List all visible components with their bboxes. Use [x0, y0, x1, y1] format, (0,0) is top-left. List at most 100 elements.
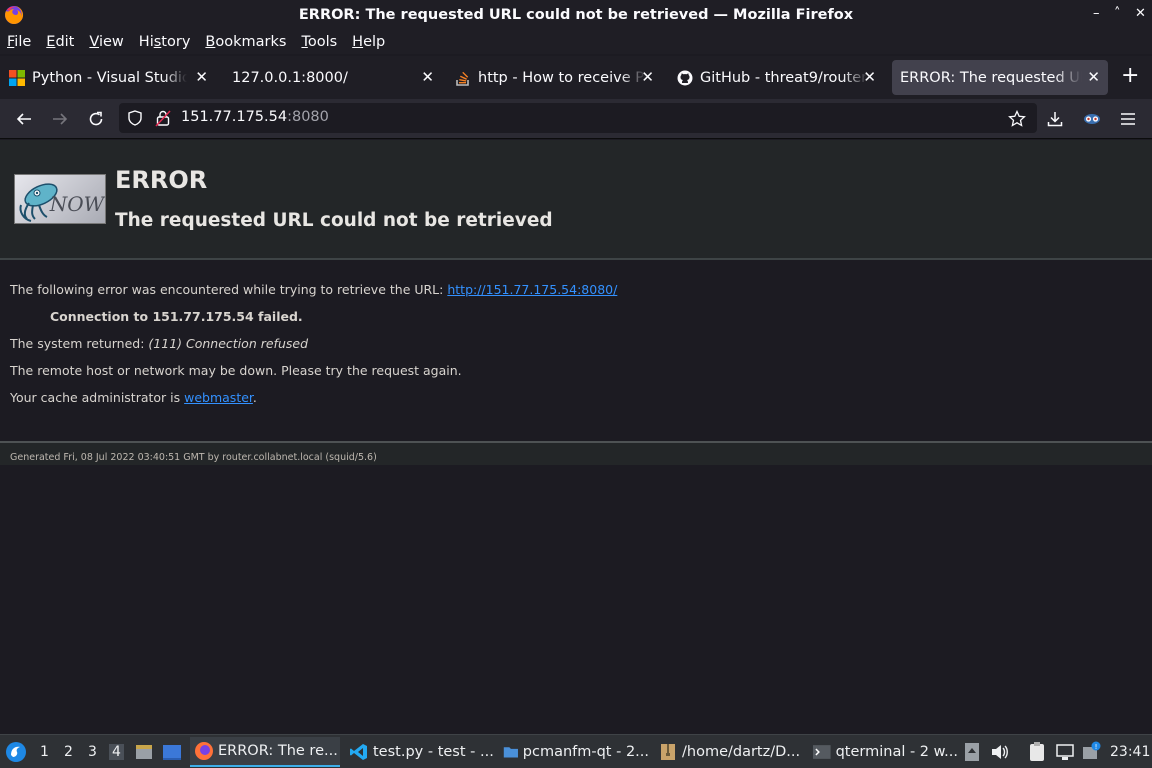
- menu-edit[interactable]: Edit: [46, 34, 74, 50]
- connection-failed-line: Connection to 151.77.175.54 failed.: [50, 309, 303, 324]
- error-header: NOW ERROR The requested URL could not be…: [0, 140, 1152, 258]
- desktop-1[interactable]: 1: [40, 744, 49, 760]
- menu-bookmarks-post: ookmarks: [215, 34, 287, 50]
- tab-bar: Python - Visual Studio Marketplace ✕ 127…: [0, 56, 1152, 99]
- reload-button[interactable]: [84, 107, 108, 131]
- webmaster-link[interactable]: webmaster: [184, 390, 253, 405]
- new-tab-button[interactable]: +: [1121, 65, 1139, 87]
- extension-button[interactable]: [1080, 107, 1104, 131]
- star-icon: [1008, 110, 1026, 127]
- system-returned-prefix: The system returned:: [10, 336, 149, 351]
- menu-bookmarks-key: B: [205, 34, 216, 50]
- menu-file[interactable]: File: [7, 34, 31, 50]
- taskbar-archive[interactable]: /home/dartz/D...: [654, 737, 804, 767]
- insecure-lock-icon[interactable]: [155, 109, 171, 127]
- menu-help-key: H: [352, 34, 364, 50]
- bookmark-star-button[interactable]: [1005, 107, 1029, 131]
- arrow-left-icon: [16, 113, 31, 125]
- tab-stackoverflow[interactable]: http - How to receive POST ✕: [446, 60, 662, 95]
- taskbar-vscode[interactable]: test.py - test - ...: [345, 737, 495, 767]
- close-window-button[interactable]: ✕: [1135, 6, 1146, 21]
- taskbar-item-label: ERROR: The re...: [218, 743, 338, 759]
- taskbar-qterminal[interactable]: qterminal - 2 w...: [808, 737, 958, 767]
- back-button[interactable]: [12, 107, 36, 131]
- tracking-shield-icon[interactable]: [127, 110, 143, 126]
- taskbar: 1 2 3 4 ERROR: The re... test.py - test …: [0, 734, 1152, 768]
- tab-error-active[interactable]: ERROR: The requested URL could not ✕: [892, 60, 1108, 95]
- menu-view[interactable]: View: [89, 34, 123, 50]
- url-text: 151.77.175.54:8080: [181, 109, 329, 125]
- squid-now-logo: NOW: [14, 174, 106, 224]
- error-url-line: The following error was encountered whil…: [10, 282, 617, 297]
- tab-vscode-marketplace[interactable]: Python - Visual Studio Marketplace ✕: [0, 60, 216, 95]
- app-menu-button[interactable]: [1116, 107, 1140, 131]
- minimize-button[interactable]: –: [1093, 6, 1100, 21]
- notification-icon[interactable]: !: [1081, 741, 1101, 761]
- reload-icon: [89, 111, 103, 126]
- menu-file-post: ile: [14, 34, 32, 50]
- show-desktop-icon[interactable]: [162, 742, 182, 762]
- menu-help-post: elp: [363, 34, 386, 50]
- volume-icon[interactable]: [990, 742, 1010, 762]
- url-bar[interactable]: 151.77.175.54:8080: [119, 103, 1037, 133]
- window-title: ERROR: The requested URL could not be re…: [298, 7, 854, 23]
- taskbar-item-label: /home/dartz/D...: [682, 744, 801, 760]
- folder-icon: [503, 747, 518, 758]
- file-manager-launcher-icon[interactable]: [134, 742, 154, 762]
- error-url-prefix: The following error was encountered whil…: [10, 282, 448, 297]
- firefox-icon: [5, 5, 24, 24]
- window-titlebar: ERROR: The requested URL could not be re…: [0, 0, 1152, 30]
- close-tab-icon[interactable]: ✕: [421, 68, 434, 86]
- close-tab-icon[interactable]: ✕: [1087, 68, 1100, 86]
- maximize-button[interactable]: ˄: [1114, 6, 1121, 21]
- start-menu-icon[interactable]: [5, 741, 27, 763]
- desktop-4[interactable]: 4: [109, 744, 124, 760]
- menu-help[interactable]: Help: [352, 34, 385, 50]
- footer-text: Generated Fri, 08 Jul 2022 03:40:51 GMT …: [10, 452, 377, 463]
- tray-up-icon[interactable]: [963, 742, 981, 762]
- close-tab-icon[interactable]: ✕: [863, 68, 876, 86]
- page-heading: ERROR: [115, 166, 208, 194]
- tab-label: Python - Visual Studio Marketplace: [32, 69, 187, 86]
- page-subheading: The requested URL could not be retrieved: [115, 210, 553, 231]
- download-icon: [1047, 112, 1063, 127]
- tab-github[interactable]: GitHub - threat9/routersploit ✕: [668, 60, 884, 95]
- taskbar-item-label: pcmanfm-qt - 2...: [522, 744, 649, 760]
- close-tab-icon[interactable]: ✕: [195, 68, 208, 86]
- connection-failed-text: Connection to 151.77.175.54 failed.: [50, 309, 303, 324]
- cache-admin-line: Your cache administrator is webmaster.: [10, 390, 257, 405]
- forward-button[interactable]: [48, 107, 72, 131]
- menu-bar: File Edit View History Bookmarks Tools H…: [0, 30, 1152, 54]
- github-icon: [677, 70, 693, 86]
- arrow-right-icon: [53, 113, 68, 125]
- url-port: :8080: [287, 109, 329, 125]
- hamburger-icon: [1121, 113, 1135, 125]
- close-tab-icon[interactable]: ✕: [641, 68, 654, 86]
- desktop-3[interactable]: 3: [88, 744, 97, 760]
- tab-localhost[interactable]: 127.0.0.1:8000/ ✕: [216, 60, 442, 95]
- tab-label: 127.0.0.1:8000/: [232, 69, 348, 86]
- extension-mask-icon: [1084, 114, 1100, 124]
- firefox-icon: [195, 742, 213, 760]
- menu-view-post: iew: [98, 34, 124, 50]
- menu-edit-post: dit: [55, 34, 75, 50]
- menu-bookmarks[interactable]: Bookmarks: [205, 34, 286, 50]
- menu-tools-post: ools: [307, 34, 338, 50]
- menu-history[interactable]: History: [139, 34, 191, 50]
- tab-label: GitHub - threat9/routersploit: [700, 69, 868, 86]
- menu-tools[interactable]: Tools: [301, 34, 337, 50]
- svg-text:!: !: [1095, 743, 1098, 751]
- error-url-link[interactable]: http://151.77.175.54:8080/: [447, 282, 617, 297]
- desktop-2[interactable]: 2: [64, 744, 73, 760]
- system-clock[interactable]: 23:41: [1110, 744, 1150, 760]
- stackoverflow-icon: [455, 70, 471, 86]
- archive-icon: [661, 744, 675, 760]
- header-divider: [0, 258, 1152, 260]
- taskbar-firefox[interactable]: ERROR: The re...: [190, 737, 340, 767]
- network-icon[interactable]: [1055, 742, 1075, 762]
- taskbar-item-label: qterminal - 2 w...: [835, 744, 958, 760]
- taskbar-pcmanfm[interactable]: pcmanfm-qt - 2...: [499, 737, 649, 767]
- downloads-button[interactable]: [1043, 107, 1067, 131]
- clipboard-icon[interactable]: [1027, 741, 1047, 763]
- cache-admin-prefix: Your cache administrator is: [10, 390, 185, 405]
